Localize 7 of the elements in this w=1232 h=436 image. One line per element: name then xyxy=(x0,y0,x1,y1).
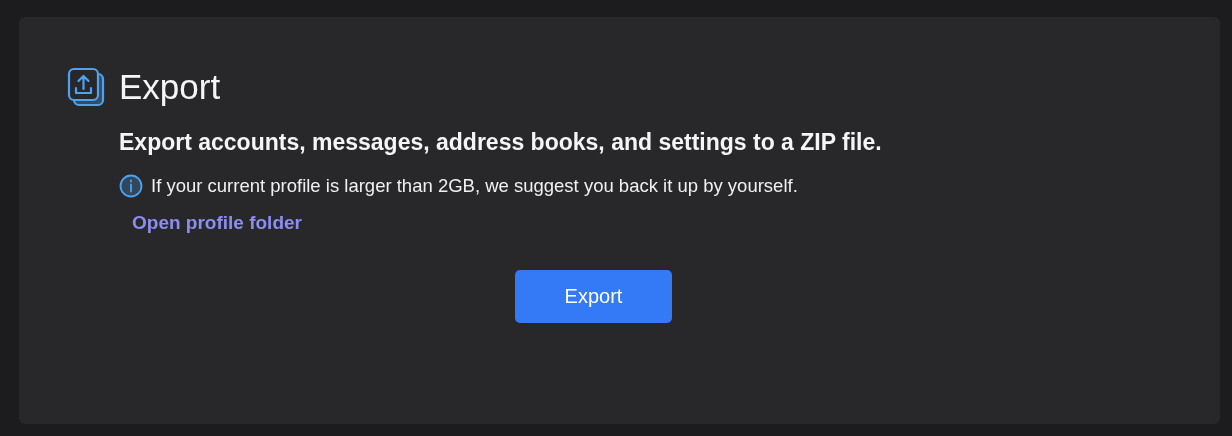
info-text: If your current profile is larger than 2GB, we suggest you back it up by yourself. xyxy=(151,175,798,197)
export-button[interactable]: Export xyxy=(515,270,672,323)
upload-icon xyxy=(67,67,105,107)
page-title: Export xyxy=(119,67,221,107)
info-icon xyxy=(119,174,143,198)
open-folder-link[interactable]: Open profile folder xyxy=(132,212,302,234)
headline: Export accounts, messages, address books, and settings to a ZIP file. xyxy=(119,129,883,156)
